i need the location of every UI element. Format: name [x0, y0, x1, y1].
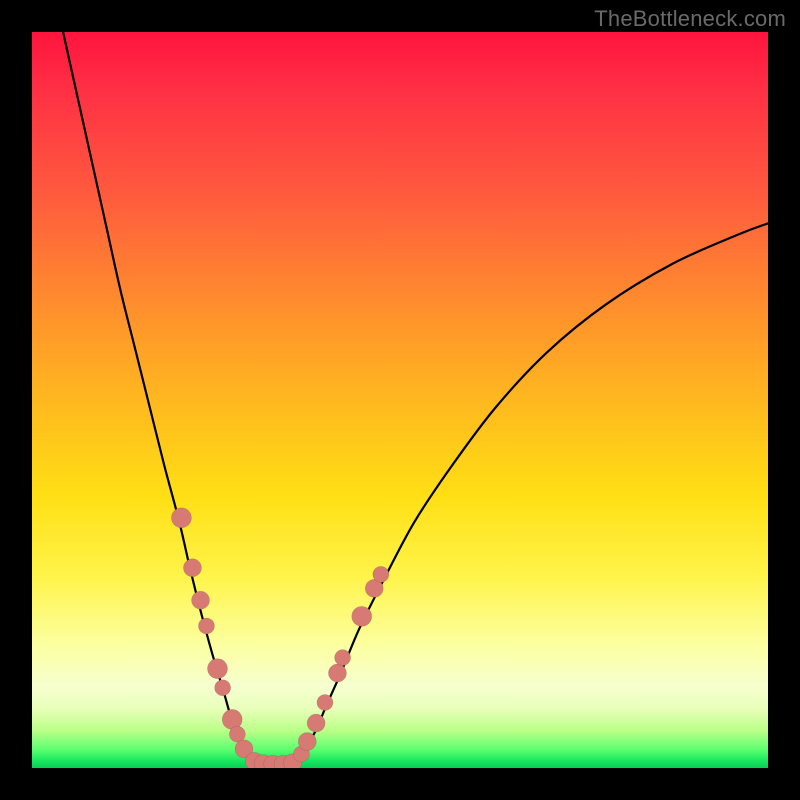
data-dot [215, 680, 231, 696]
data-dot [317, 695, 333, 711]
data-dot [298, 733, 316, 751]
chart-frame: TheBottleneck.com [0, 0, 800, 800]
data-dot [328, 664, 346, 682]
data-dot [207, 659, 227, 679]
curve-right-branch [297, 223, 768, 760]
data-dot [373, 566, 389, 582]
plot-area [32, 32, 768, 768]
chart-overlay-svg [32, 32, 768, 768]
data-dot [307, 714, 325, 732]
data-dot [183, 559, 201, 577]
data-dot [352, 606, 372, 626]
data-dot [198, 618, 214, 634]
watermark-text: TheBottleneck.com [594, 6, 786, 32]
curve-left-branch [61, 32, 252, 761]
data-dot [335, 650, 351, 666]
data-dot [192, 591, 210, 609]
data-dot [171, 508, 191, 528]
